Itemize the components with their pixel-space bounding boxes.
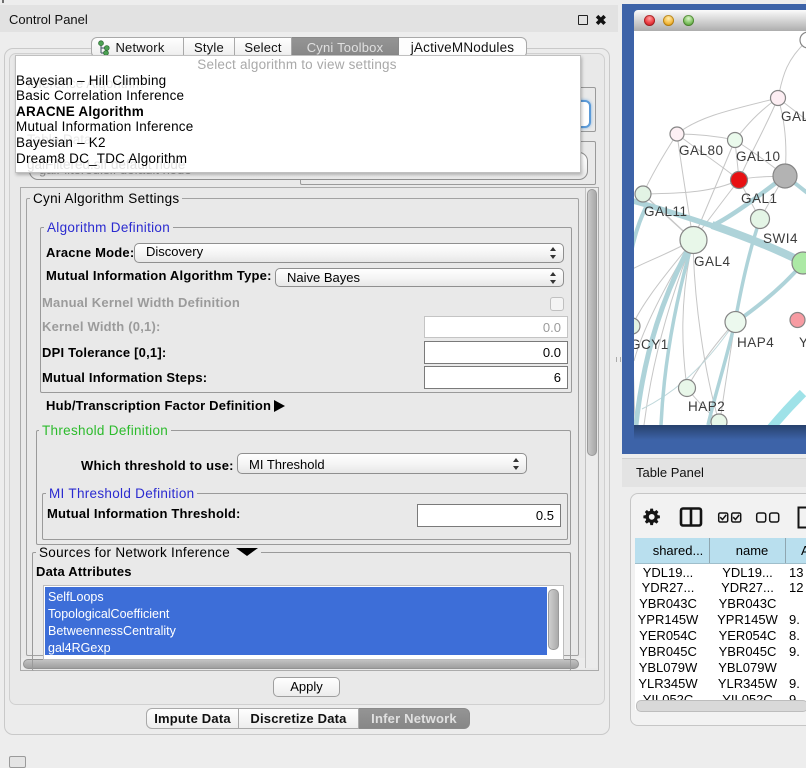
svg-text:GAL1: GAL1 xyxy=(741,191,778,206)
svg-text:GAL10: GAL10 xyxy=(736,149,781,164)
svg-text:Y: Y xyxy=(799,335,806,350)
svg-text:GCY1: GCY1 xyxy=(634,337,669,352)
svg-text:GAL7: GAL7 xyxy=(781,109,806,124)
svg-text:GAL11: GAL11 xyxy=(644,204,688,219)
svg-text:GAL80: GAL80 xyxy=(679,143,724,158)
svg-text:SWI4: SWI4 xyxy=(763,231,798,246)
svg-text:HAP4: HAP4 xyxy=(737,335,774,350)
svg-text:HAP2: HAP2 xyxy=(688,399,725,414)
svg-text:GAL4: GAL4 xyxy=(694,254,731,269)
